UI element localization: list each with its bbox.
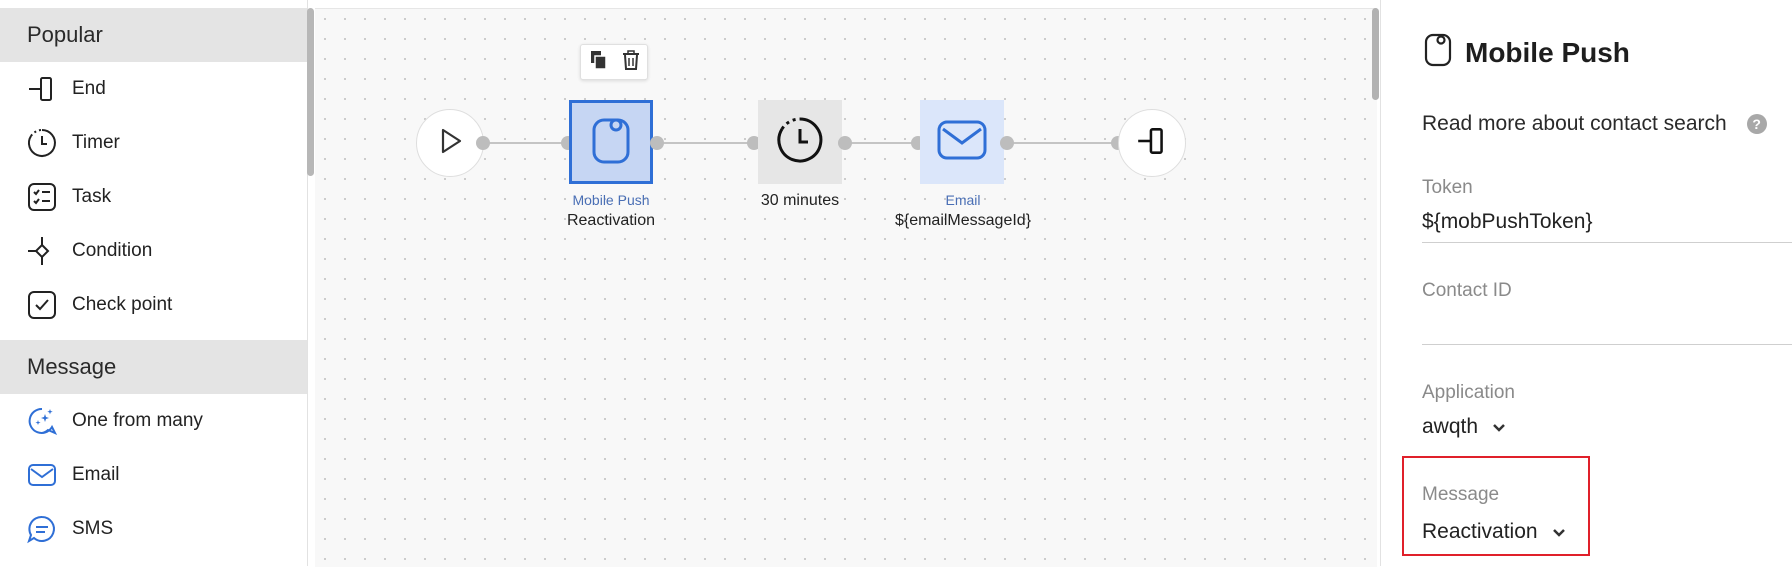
palette-item-task[interactable]: Task [0, 170, 307, 224]
palette-item-label: Task [72, 186, 112, 207]
output-port[interactable] [1000, 136, 1014, 150]
play-icon [434, 125, 466, 162]
contact-id-underline [1422, 344, 1792, 345]
mobile-push-icon [589, 114, 633, 171]
chevron-down-icon [1552, 520, 1566, 544]
output-port[interactable] [838, 136, 852, 150]
copy-icon[interactable] [587, 49, 609, 76]
message-label: Message [1422, 484, 1500, 505]
token-label: Token [1422, 177, 1473, 198]
palette-item-one-from-many[interactable]: One from many [0, 394, 307, 448]
mobile-push-node[interactable] [569, 100, 653, 184]
palette-item-check-point[interactable]: Check point [0, 278, 307, 332]
node-type-label: Email [945, 192, 981, 208]
palette-item-label: Check point [72, 294, 173, 315]
timer-icon [26, 127, 58, 159]
task-icon [26, 181, 58, 213]
palette-item-label: One from many [72, 410, 203, 431]
palette-item-label: Condition [72, 240, 153, 261]
node-label: Reactivation [566, 212, 656, 229]
one-from-many-icon [26, 405, 58, 437]
canvas-scrollbar[interactable] [1372, 8, 1379, 100]
palette-item-timer[interactable]: Timer [0, 116, 307, 170]
flow-canvas[interactable]: Mobile Push Reactivation 30 minutes Emai… [315, 8, 1377, 567]
contact-id-input[interactable] [1422, 312, 1782, 338]
help-text: Read more about contact search [1422, 112, 1727, 135]
output-port[interactable] [476, 136, 490, 150]
timer-icon [775, 115, 825, 170]
application-value: awqth [1422, 415, 1479, 438]
email-icon [936, 118, 988, 167]
sidebar-scrollbar[interactable] [307, 8, 314, 176]
message-select[interactable]: Reactivation [1422, 520, 1566, 544]
end-icon [1135, 124, 1169, 163]
section-header-message[interactable]: Message [0, 340, 307, 394]
palette-item-label: SMS [72, 518, 114, 539]
check-point-icon [26, 289, 58, 321]
condition-icon [26, 235, 58, 267]
delete-icon[interactable] [620, 49, 642, 76]
palette-item-condition[interactable]: Condition [0, 224, 307, 278]
email-icon [26, 459, 58, 491]
email-node[interactable] [920, 100, 1004, 184]
help-link[interactable]: Read more about contact search ? [1422, 112, 1767, 136]
palette-item-label: Email [72, 464, 120, 485]
properties-panel: Mobile Push Read more about contact sear… [1380, 0, 1792, 566]
chevron-down-icon [1492, 415, 1506, 439]
token-input[interactable]: ${mobPushToken} [1422, 210, 1592, 234]
palette-item-sms[interactable]: SMS [0, 502, 307, 556]
application-label: Application [1422, 382, 1515, 403]
section-title: Message [27, 354, 117, 379]
message-value: Reactivation [1422, 520, 1538, 543]
end-icon [26, 73, 58, 105]
connector-line [1007, 142, 1119, 144]
start-node[interactable] [416, 109, 484, 177]
application-select[interactable]: awqth [1422, 415, 1506, 439]
palette-item-end[interactable]: End [0, 62, 307, 116]
section-title: Popular [27, 22, 103, 47]
palette-item-email[interactable]: Email [0, 448, 307, 502]
section-header-popular[interactable]: Popular [0, 8, 307, 62]
node-label: ${emailMessageId} [894, 212, 1032, 229]
help-icon[interactable]: ? [1746, 114, 1767, 134]
output-port[interactable] [650, 136, 664, 150]
node-toolbar [580, 44, 648, 80]
panel-title: Mobile Push [1465, 36, 1630, 68]
palette-item-label: Timer [72, 132, 120, 153]
token-underline [1422, 242, 1792, 243]
panel-header: Mobile Push [1423, 32, 1630, 73]
end-node[interactable] [1118, 109, 1186, 177]
node-palette-sidebar: Popular End Timer Task Condition Check p… [0, 0, 308, 566]
mobile-push-icon [1423, 32, 1453, 73]
connector-line [657, 142, 755, 144]
sms-icon [26, 513, 58, 545]
timer-node[interactable] [758, 100, 842, 184]
palette-item-label: End [72, 78, 106, 99]
contact-id-label: Contact ID [1422, 280, 1512, 301]
